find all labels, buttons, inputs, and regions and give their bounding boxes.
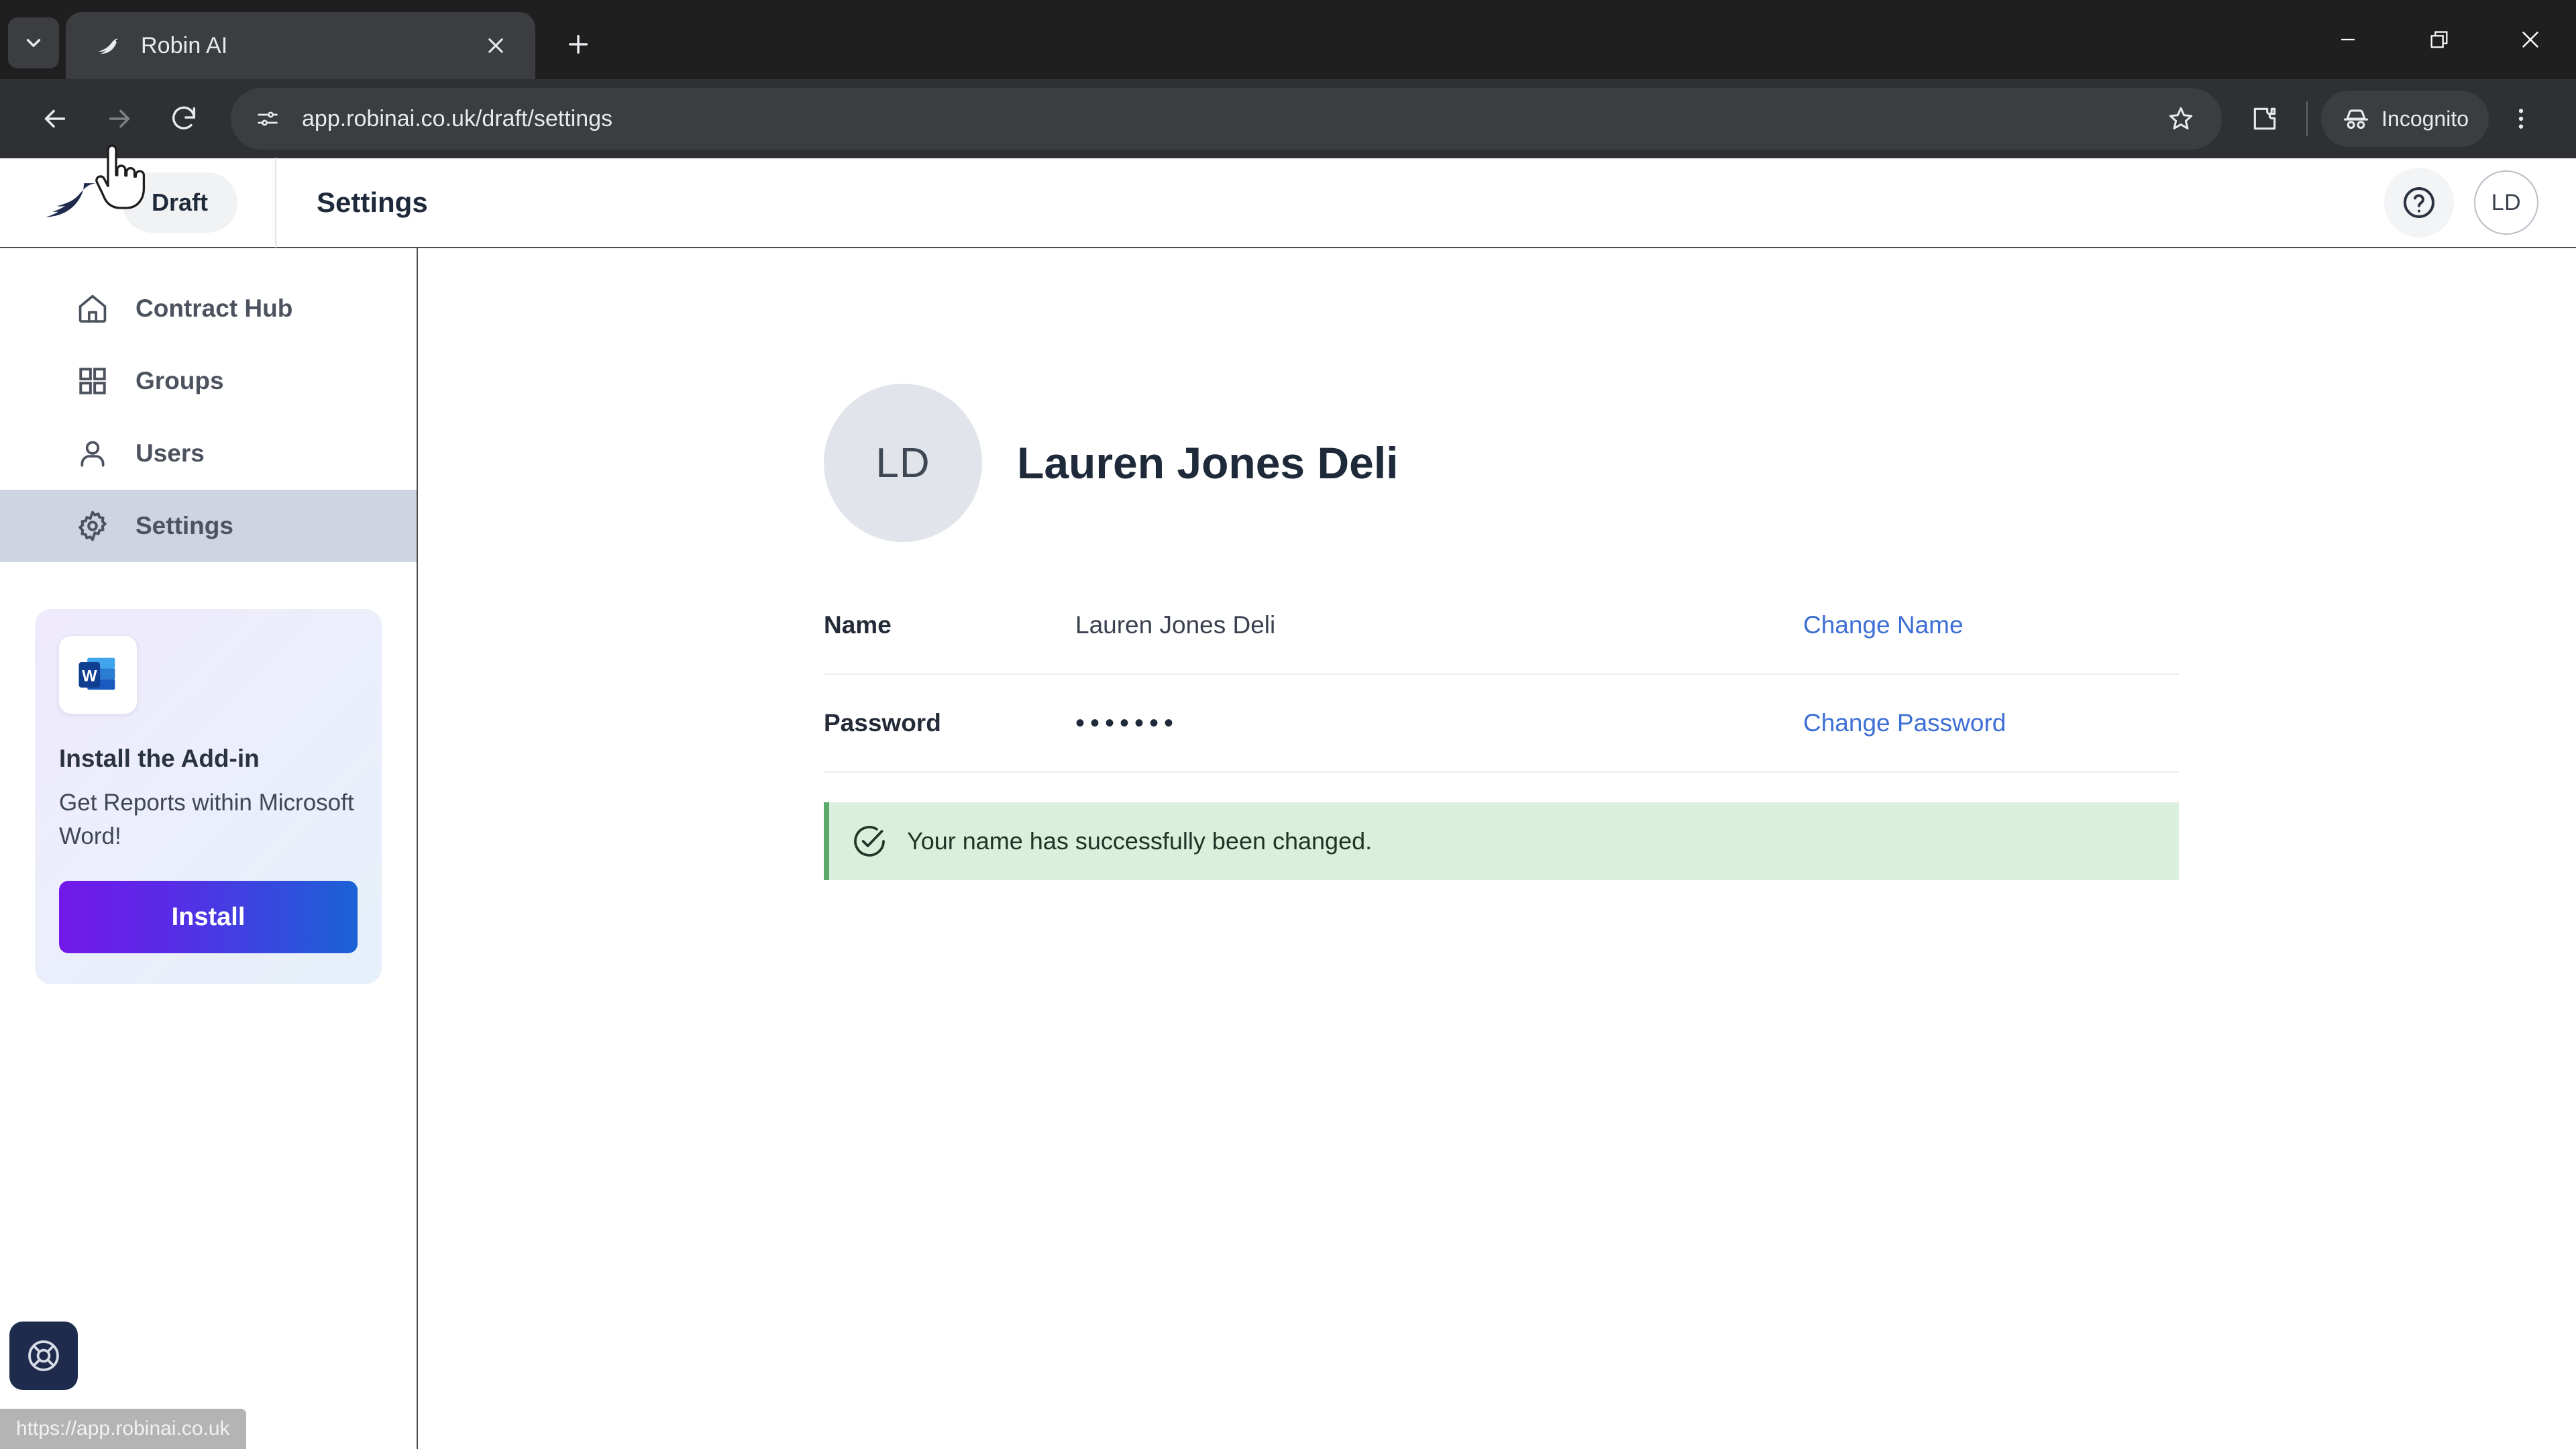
draft-label: Draft — [152, 189, 209, 216]
minimize-icon — [2341, 38, 2355, 41]
user-avatar-button[interactable]: LD — [2474, 170, 2538, 235]
back-arrow-icon — [44, 109, 66, 128]
success-alert: Your name has successfully been changed. — [824, 802, 2179, 880]
sidebar: Contract Hub Groups Users Settings W Ins… — [0, 248, 418, 1449]
browser-tab-robin-ai[interactable]: Robin AI — [66, 12, 535, 79]
success-alert-message: Your name has successfully been changed. — [907, 827, 1373, 855]
star-icon — [2169, 107, 2193, 129]
row-label: Name — [824, 611, 892, 639]
sidebar-item-groups[interactable]: Groups — [0, 345, 417, 417]
window-controls — [2302, 0, 2576, 79]
sidebar-item-settings[interactable]: Settings — [0, 490, 417, 562]
sidebar-item-label: Users — [136, 439, 205, 467]
plus-icon — [569, 35, 588, 54]
forward-arrow-icon — [109, 109, 130, 128]
profile-header: LD Lauren Jones Deli — [824, 384, 2576, 542]
back-button[interactable] — [23, 87, 87, 151]
addin-subtitle: Get Reports within Microsoft Word! — [59, 790, 354, 849]
reload-icon — [172, 106, 196, 129]
profile-avatar-initials: LD — [875, 439, 930, 486]
change-name-link[interactable]: Change Name — [1803, 611, 2179, 639]
sidebar-item-label: Contract Hub — [136, 294, 293, 322]
header-divider — [275, 158, 277, 248]
tab-title: Robin AI — [141, 32, 228, 58]
window-close-button[interactable] — [2485, 0, 2576, 79]
window-minimize-button[interactable] — [2302, 0, 2394, 79]
change-password-link[interactable]: Change Password — [1803, 709, 2179, 737]
sidebar-item-users[interactable]: Users — [0, 417, 417, 490]
header-actions: LD — [2384, 168, 2538, 237]
restore-icon — [2430, 31, 2448, 48]
reload-button[interactable] — [152, 87, 216, 151]
forward-button[interactable] — [87, 87, 152, 151]
incognito-label: Incognito — [2381, 106, 2469, 131]
extensions-puzzle-icon — [2253, 107, 2276, 130]
browser-toolbar: app.robinai.co.uk/draft/settings Incogni… — [0, 79, 2576, 158]
addin-title: Install the Add-in — [59, 745, 260, 772]
browser-menu-button[interactable] — [2489, 87, 2553, 151]
tab-strip: Robin AI — [0, 0, 2576, 79]
help-button[interactable] — [2384, 168, 2454, 237]
bookmark-button[interactable] — [2157, 95, 2204, 142]
draft-badge[interactable]: Draft — [122, 172, 238, 233]
tab-search-button[interactable] — [8, 17, 59, 68]
incognito-hat-icon — [2344, 109, 2369, 129]
sidebar-item-label: Groups — [136, 367, 224, 394]
sidebar-item-contract-hub[interactable]: Contract Hub — [0, 272, 417, 345]
extensions-button[interactable] — [2233, 87, 2297, 151]
check-circle-icon — [854, 826, 885, 857]
install-button[interactable]: Install — [59, 881, 358, 954]
tab-close-button[interactable] — [479, 29, 513, 62]
url-text: app.robinai.co.uk/draft/settings — [302, 105, 613, 131]
sidebar-nav: Contract Hub Groups Users Settings — [0, 248, 417, 562]
app-body: Contract Hub Groups Users Settings W Ins… — [0, 248, 2576, 1449]
sidebar-item-label: Settings — [136, 512, 233, 539]
avatar-initials: LD — [2491, 189, 2522, 215]
address-bar[interactable]: app.robinai.co.uk/draft/settings — [231, 88, 2222, 150]
row-value: ••••••• — [1075, 708, 1179, 738]
settings-row-name: Name Lauren Jones Deli Change Name — [824, 577, 2179, 675]
row-label: Password — [824, 709, 941, 737]
install-addin-card: W Install the Add-in Get Reports within … — [35, 609, 382, 985]
app-header: Draft Settings LD — [0, 158, 2576, 248]
window-close-icon — [2522, 32, 2538, 48]
row-value: Lauren Jones Deli — [1075, 611, 1276, 639]
home-icon — [74, 290, 111, 327]
support-fab-button[interactable] — [9, 1322, 78, 1390]
incognito-indicator[interactable]: Incognito — [2321, 91, 2489, 147]
close-icon — [488, 38, 503, 53]
robin-bird-favicon — [93, 30, 125, 62]
settings-row-password: Password ••••••• Change Password — [824, 675, 2179, 773]
page-title: Settings — [317, 186, 428, 218]
toolbar-divider — [2306, 101, 2308, 136]
new-tab-button[interactable] — [553, 19, 604, 70]
lifebuoy-icon — [28, 1340, 59, 1371]
gear-icon — [74, 507, 111, 545]
browser-window: Robin AI app.robinai.co.uk/draft/setting… — [0, 0, 2576, 1449]
three-dot-menu-icon — [2518, 109, 2524, 129]
page-content: Draft Settings LD Contract Hub Groups Us… — [0, 144, 2576, 1449]
main-content: LD Lauren Jones Deli Name Lauren Jones D… — [418, 248, 2576, 1449]
microsoft-word-icon: W — [59, 636, 137, 714]
window-maximize-button[interactable] — [2394, 0, 2485, 79]
site-settings-button[interactable] — [246, 97, 290, 141]
profile-avatar: LD — [824, 384, 982, 542]
profile-name: Lauren Jones Deli — [1017, 438, 1399, 488]
site-settings-icon — [258, 111, 278, 126]
grid-squares-icon — [74, 362, 111, 400]
question-circle-icon — [2404, 187, 2434, 218]
browser-status-url: https://app.robinai.co.uk — [0, 1409, 246, 1449]
settings-list: Name Lauren Jones Deli Change Name Passw… — [824, 577, 2179, 773]
svg-text:W: W — [82, 667, 97, 686]
robin-bird-logo[interactable] — [27, 178, 113, 227]
chevron-down-icon — [26, 39, 41, 47]
user-icon — [74, 435, 111, 472]
